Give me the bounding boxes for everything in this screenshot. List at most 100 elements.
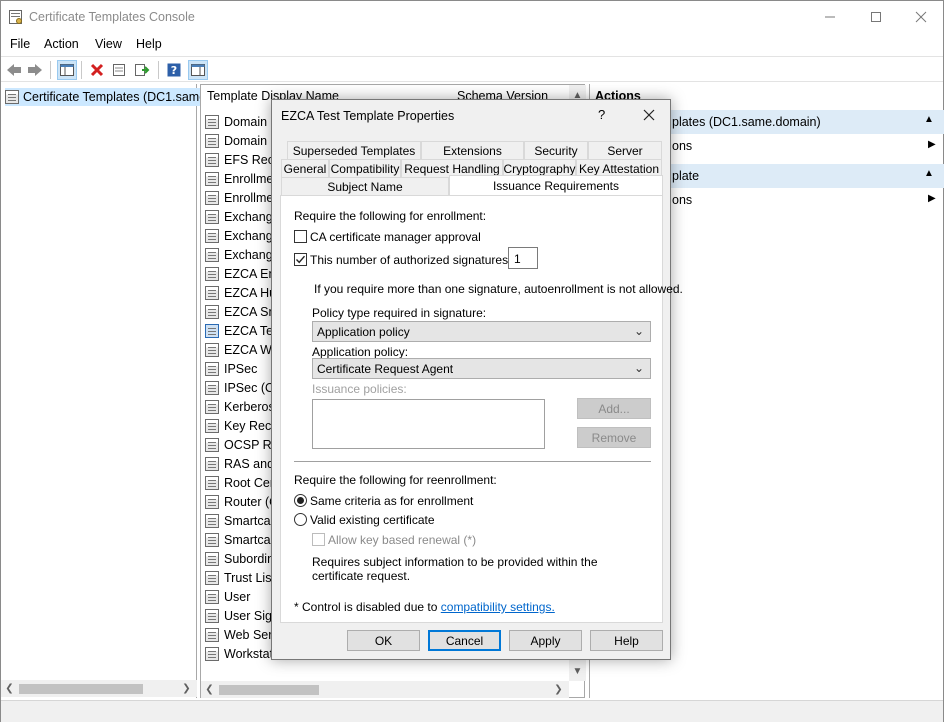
table-row[interactable]: Exchange — [205, 207, 280, 226]
add-policy-button[interactable]: Add... — [577, 398, 651, 419]
table-row[interactable]: Trust List — [205, 568, 275, 587]
allow-key-renewal-label[interactable]: Allow key based renewal (*) — [328, 533, 476, 547]
policy-type-select[interactable]: Application policy ⌄ — [312, 321, 651, 342]
table-row[interactable]: Exchange — [205, 226, 280, 245]
minimize-button[interactable] — [807, 1, 853, 33]
scroll-down-arrow-icon[interactable]: ▼ — [569, 663, 586, 680]
ca-manager-approval-label[interactable]: CA certificate manager approval — [310, 230, 481, 244]
issuance-policies-list[interactable] — [312, 399, 545, 449]
certificate-template-icon — [205, 266, 219, 281]
tab-security[interactable]: Security — [524, 141, 588, 159]
tab-issuance-requirements[interactable]: Issuance Requirements — [449, 175, 663, 195]
certificate-template-icon — [205, 152, 219, 167]
template-name: IPSec — [224, 361, 258, 376]
collapse-arrow-icon[interactable]: ▲ — [924, 114, 934, 125]
back-arrow-icon[interactable] — [4, 60, 24, 80]
dialog-close-icon[interactable] — [634, 103, 664, 127]
table-row[interactable]: Exchange — [205, 245, 280, 264]
list-horizontal-scrollbar[interactable]: ❮ ❯ — [201, 681, 569, 698]
tab-server[interactable]: Server — [588, 141, 662, 159]
authorized-signatures-label[interactable]: This number of authorized signatures: — [310, 253, 511, 267]
table-row[interactable]: EZCA Tes — [205, 321, 279, 340]
table-row[interactable]: Domain C — [205, 131, 280, 150]
scroll-right-arrow-icon[interactable]: ❯ — [550, 681, 567, 698]
delete-icon[interactable] — [87, 60, 107, 80]
certificate-template-icon — [205, 361, 219, 376]
remove-policy-button[interactable]: Remove — [577, 427, 651, 448]
scroll-left-arrow-icon[interactable]: ❮ — [1, 680, 18, 697]
help-icon[interactable]: ? — [164, 60, 184, 80]
authorized-signatures-checkbox[interactable] — [294, 253, 307, 266]
maximize-button[interactable] — [853, 1, 899, 33]
certificate-templates-icon — [5, 90, 19, 104]
table-row[interactable]: EFS Reco — [205, 150, 281, 169]
table-row[interactable]: IPSec (Of — [205, 378, 278, 397]
tab-compatibility[interactable]: Compatibility — [329, 159, 401, 177]
tab-extensions[interactable]: Extensions — [421, 141, 524, 159]
certificate-template-icon — [205, 589, 219, 604]
table-row[interactable]: Enrollmen — [205, 188, 280, 207]
table-row[interactable]: Root Cert — [205, 473, 278, 492]
scrollbar-thumb[interactable] — [219, 685, 319, 695]
certificate-template-icon — [205, 532, 219, 547]
export-list-icon[interactable] — [132, 60, 152, 80]
allow-key-renewal-checkbox[interactable] — [312, 533, 325, 546]
valid-existing-label[interactable]: Valid existing certificate — [310, 513, 435, 527]
section-divider — [294, 461, 651, 462]
tab-subject-name[interactable]: Subject Name — [281, 177, 449, 195]
show-hide-tree-icon[interactable] — [57, 60, 77, 80]
submenu-arrow-icon: ▶ — [928, 193, 936, 204]
table-row[interactable]: EZCA Enr — [205, 264, 280, 283]
certificate-template-icon — [205, 570, 219, 585]
help-button[interactable]: Help — [590, 630, 663, 651]
compatibility-settings-link[interactable]: compatibility settings. — [441, 600, 555, 614]
show-hide-action-pane-icon[interactable] — [188, 60, 208, 80]
valid-existing-radio[interactable] — [294, 513, 307, 526]
tree-horizontal-scrollbar[interactable]: ❮ ❯ — [1, 680, 197, 697]
autoenrollment-note: If you require more than one signature, … — [314, 282, 683, 296]
close-button[interactable] — [898, 1, 944, 33]
collapse-arrow-icon[interactable]: ▲ — [924, 168, 934, 179]
same-criteria-radio[interactable] — [294, 494, 307, 507]
table-row[interactable]: Domain C — [205, 112, 280, 131]
same-criteria-label[interactable]: Same criteria as for enrollment — [310, 494, 473, 508]
signatures-count-input[interactable]: 1 — [508, 247, 538, 269]
apply-button[interactable]: Apply — [509, 630, 582, 651]
table-row[interactable]: EZCA Sm — [205, 302, 279, 321]
scrollbar-thumb[interactable] — [19, 684, 143, 694]
certificate-template-icon — [205, 285, 219, 300]
table-row[interactable]: Router (O — [205, 492, 279, 511]
menu-view[interactable]: View — [95, 37, 122, 51]
status-bar — [1, 700, 943, 722]
table-row[interactable]: Subordina — [205, 549, 281, 568]
table-row[interactable]: RAS and I — [205, 454, 281, 473]
table-row[interactable]: Kerberos — [205, 397, 275, 416]
scroll-left-arrow-icon[interactable]: ❮ — [201, 681, 218, 698]
table-row[interactable]: Enrollmen — [205, 169, 280, 188]
scroll-right-arrow-icon[interactable]: ❯ — [178, 680, 195, 697]
tree-item-certificate-templates[interactable]: Certificate Templates (DC1.same — [5, 88, 211, 106]
dialog-help-button[interactable]: ? — [598, 107, 605, 122]
cancel-button[interactable]: Cancel — [428, 630, 501, 651]
menu-help[interactable]: Help — [136, 37, 162, 51]
certificate-template-icon — [205, 418, 219, 433]
ca-manager-approval-checkbox[interactable] — [294, 230, 307, 243]
table-row[interactable]: User Sign — [205, 606, 279, 625]
disabled-control-note: * Control is disabled due to compatibili… — [294, 600, 555, 614]
table-row[interactable]: EZCA We — [205, 340, 279, 359]
tab-superseded-templates[interactable]: Superseded Templates — [287, 141, 421, 159]
table-row[interactable]: Web Serv — [205, 625, 279, 644]
menu-action[interactable]: Action — [44, 37, 79, 51]
menu-file[interactable]: File — [10, 37, 30, 51]
table-row[interactable]: User — [205, 587, 250, 606]
certificate-template-icon — [205, 380, 219, 395]
tab-general[interactable]: General — [281, 159, 329, 177]
table-row[interactable]: IPSec — [205, 359, 257, 378]
application-policy-select[interactable]: Certificate Request Agent ⌄ — [312, 358, 651, 379]
table-row[interactable]: EZCA Hu — [205, 283, 276, 302]
properties-icon[interactable] — [109, 60, 129, 80]
table-row[interactable]: Workstati — [205, 644, 276, 663]
forward-arrow-icon[interactable] — [25, 60, 45, 80]
table-row[interactable]: Key Reco — [205, 416, 278, 435]
ok-button[interactable]: OK — [347, 630, 420, 651]
